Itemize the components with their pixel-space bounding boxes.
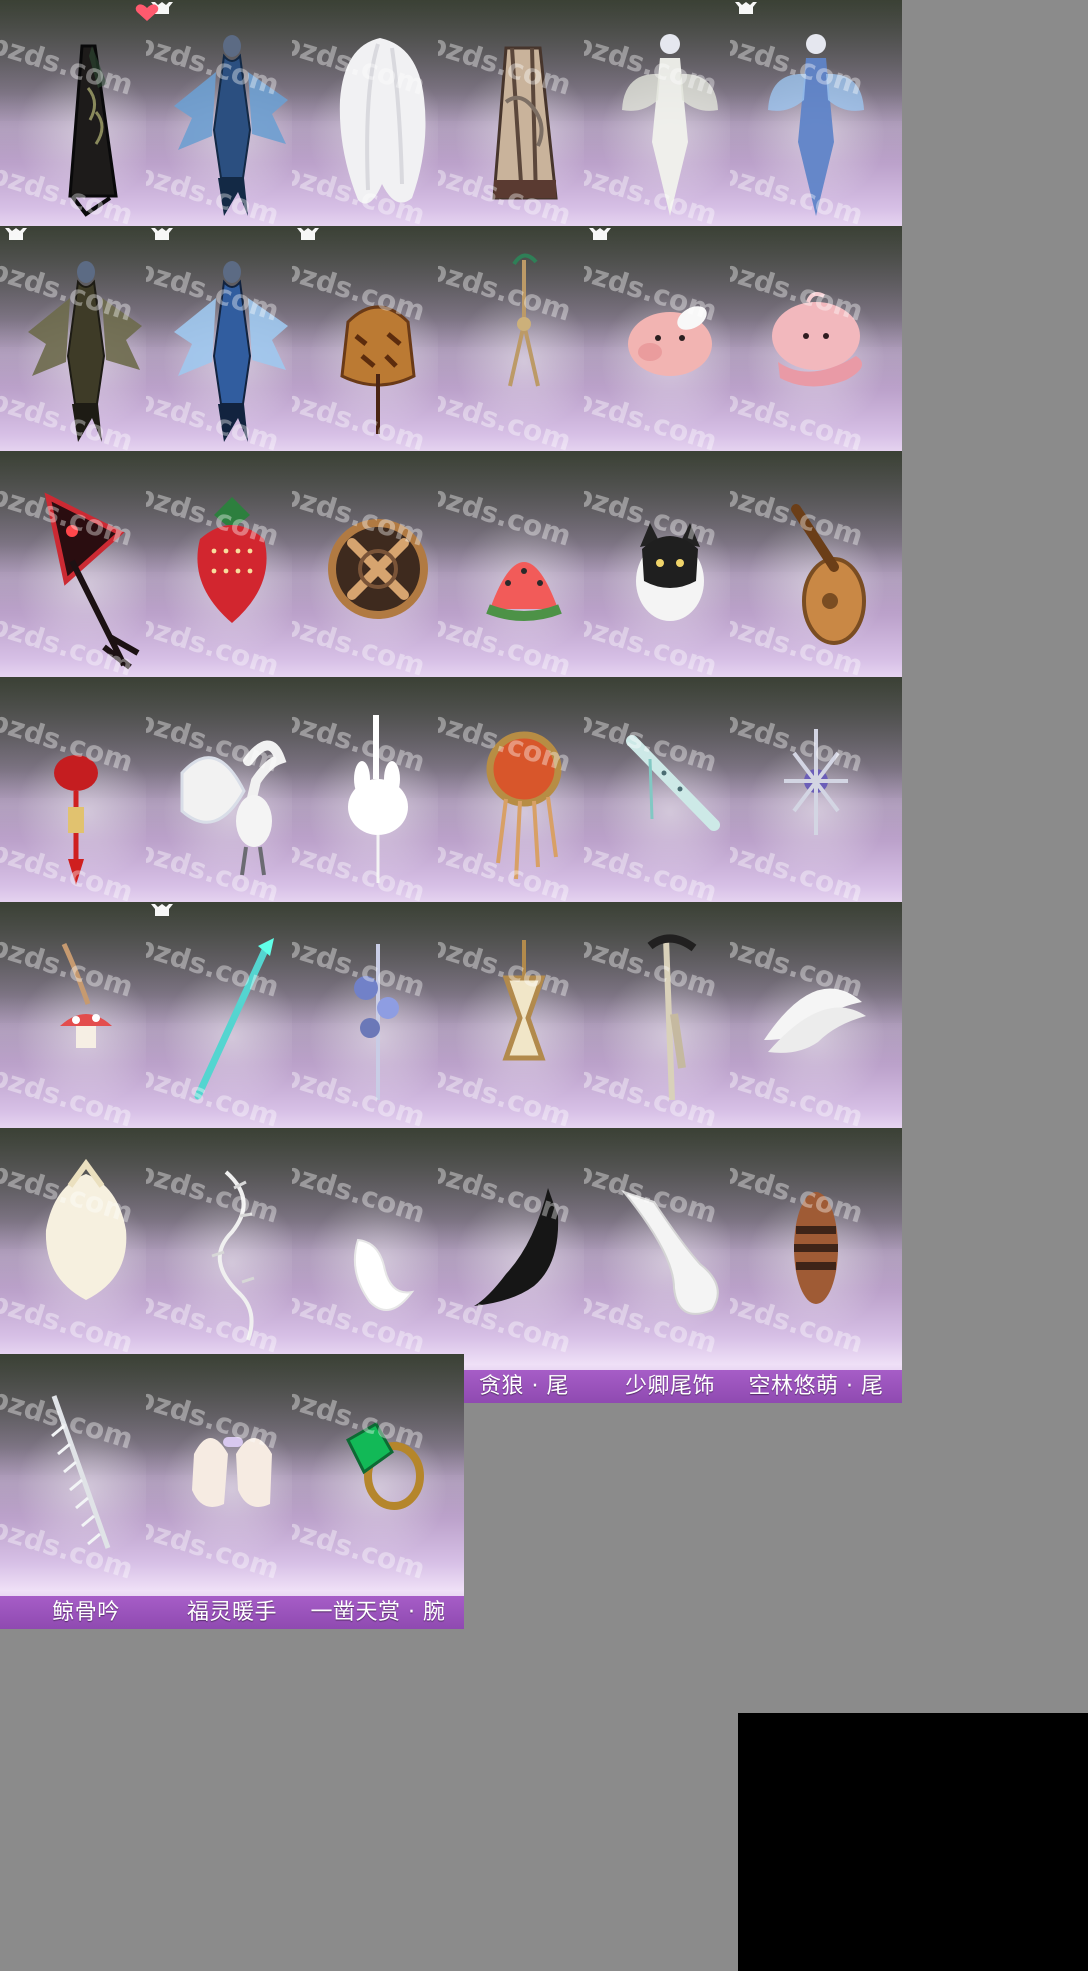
featured-badge-icon [151, 904, 173, 916]
featured-badge-icon [735, 2, 757, 14]
item-card[interactable]: 一凿天赏 · 腕 pzds.com pzds.com [292, 1354, 464, 1629]
blue-phoenix-outfit-icon [174, 261, 288, 442]
featured-badge-icon [589, 228, 611, 240]
white-tail-icon [353, 1238, 415, 1311]
thorn-vine-icon [211, 1170, 255, 1341]
pink-pig-icon [628, 306, 712, 376]
ink-robe-icon [492, 46, 558, 200]
item-card[interactable]: 空林悠萌 · 尾 pzds.com pzds.com [730, 1128, 902, 1403]
flute-icon [626, 735, 720, 831]
strawberry-icon [197, 497, 267, 623]
red-horse-charm-icon [54, 755, 98, 885]
bone-charm-icon [51, 1395, 111, 1549]
gallery-screen: { "gallery": { "watermark": "pzds.com", … [0, 0, 1088, 1971]
featured-badge-icon [297, 228, 319, 240]
mushroom-charm-icon [60, 942, 112, 1048]
fluffy-ball-icon [45, 1158, 127, 1300]
nine-tail-icon [764, 988, 866, 1053]
pink-balloon-icon [772, 292, 863, 387]
item-label: 一凿天赏 · 腕 [292, 1596, 464, 1629]
emblem-icon [328, 519, 428, 619]
tiger-outfit-icon [340, 305, 416, 434]
hourglass-icon [502, 940, 546, 1061]
long-white-tail-icon [621, 1189, 719, 1315]
item-label: 空林悠萌 · 尾 [730, 1370, 902, 1403]
emerald-bracelet-icon [346, 1421, 424, 1510]
star-scale-icon [784, 729, 848, 835]
raccoon-tail-icon [794, 1192, 838, 1304]
blue-wing-outfit-icon [174, 35, 288, 216]
empty-black-area [738, 1713, 1088, 1971]
red-sun-charm-icon [486, 731, 562, 880]
featured-badge-icon [5, 228, 27, 240]
dark-robe-icon [68, 44, 118, 217]
black-cat-icon [636, 523, 704, 621]
featured-badge-icon [151, 228, 173, 240]
watermelon-icon [486, 562, 562, 621]
pipa-icon [791, 504, 866, 645]
white-hair-icon [339, 38, 426, 204]
empty-gray-slot [547, 1699, 719, 1971]
hanging-charm-icon [508, 253, 540, 387]
mittens-icon [192, 1437, 272, 1507]
blue-fairy-outfit-icon [768, 34, 864, 216]
white-fairy-outfit-icon [622, 34, 718, 216]
item-grid: 玄墨掠风pzds.compzds.com鲸澜啸夜pzds.compzds.com… [0, 0, 1088, 1971]
white-peacock-icon [180, 740, 287, 876]
spear-icon [194, 938, 274, 1100]
hairpin-icon [647, 934, 697, 1101]
black-tail-icon [474, 1188, 559, 1306]
white-rabbit-charm-icon [348, 715, 408, 883]
flower-chain-icon [354, 944, 399, 1100]
dark-phoenix-outfit-icon [28, 261, 142, 442]
warning-fan-icon [44, 492, 140, 670]
heart-icon [135, 4, 159, 21]
